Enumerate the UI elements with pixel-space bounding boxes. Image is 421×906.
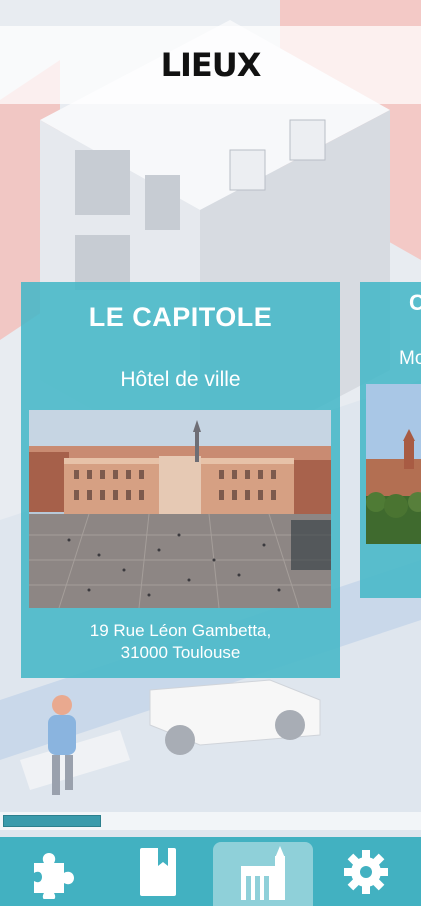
tab-places[interactable] bbox=[213, 842, 313, 906]
book-icon bbox=[140, 847, 176, 896]
place-address: 19 Rue Léon Gambetta, 31000 Toulouse bbox=[21, 620, 340, 664]
address-line-2: 31000 Toulouse bbox=[120, 643, 241, 662]
monument-icon bbox=[241, 846, 285, 900]
place-photo-capitole bbox=[29, 410, 331, 608]
place-card-capitole[interactable]: LE CAPITOLE Hôtel de ville 19 Rue Léon G… bbox=[21, 282, 340, 678]
place-card-next[interactable]: C Mo bbox=[360, 282, 421, 598]
next-place-subtitle: Mo bbox=[399, 348, 421, 369]
scrollbar-thumb[interactable] bbox=[3, 815, 101, 827]
tab-settings[interactable] bbox=[316, 837, 416, 906]
puzzle-icon bbox=[34, 852, 74, 899]
carousel-scrollbar[interactable] bbox=[0, 812, 421, 830]
place-title: LE CAPITOLE bbox=[88, 302, 273, 332]
place-subtitle: Hôtel de ville bbox=[120, 368, 241, 391]
page-title: LIEUX bbox=[160, 46, 262, 84]
address-line-1: 19 Rue Léon Gambetta, bbox=[89, 621, 272, 640]
gear-icon bbox=[344, 849, 388, 894]
bottom-tab-bar bbox=[0, 837, 421, 906]
page-header: LIEUX bbox=[0, 26, 421, 104]
place-photo-next bbox=[366, 384, 421, 544]
tab-puzzle[interactable] bbox=[5, 837, 105, 906]
next-place-title: C bbox=[409, 290, 421, 315]
tab-book[interactable] bbox=[108, 837, 208, 906]
